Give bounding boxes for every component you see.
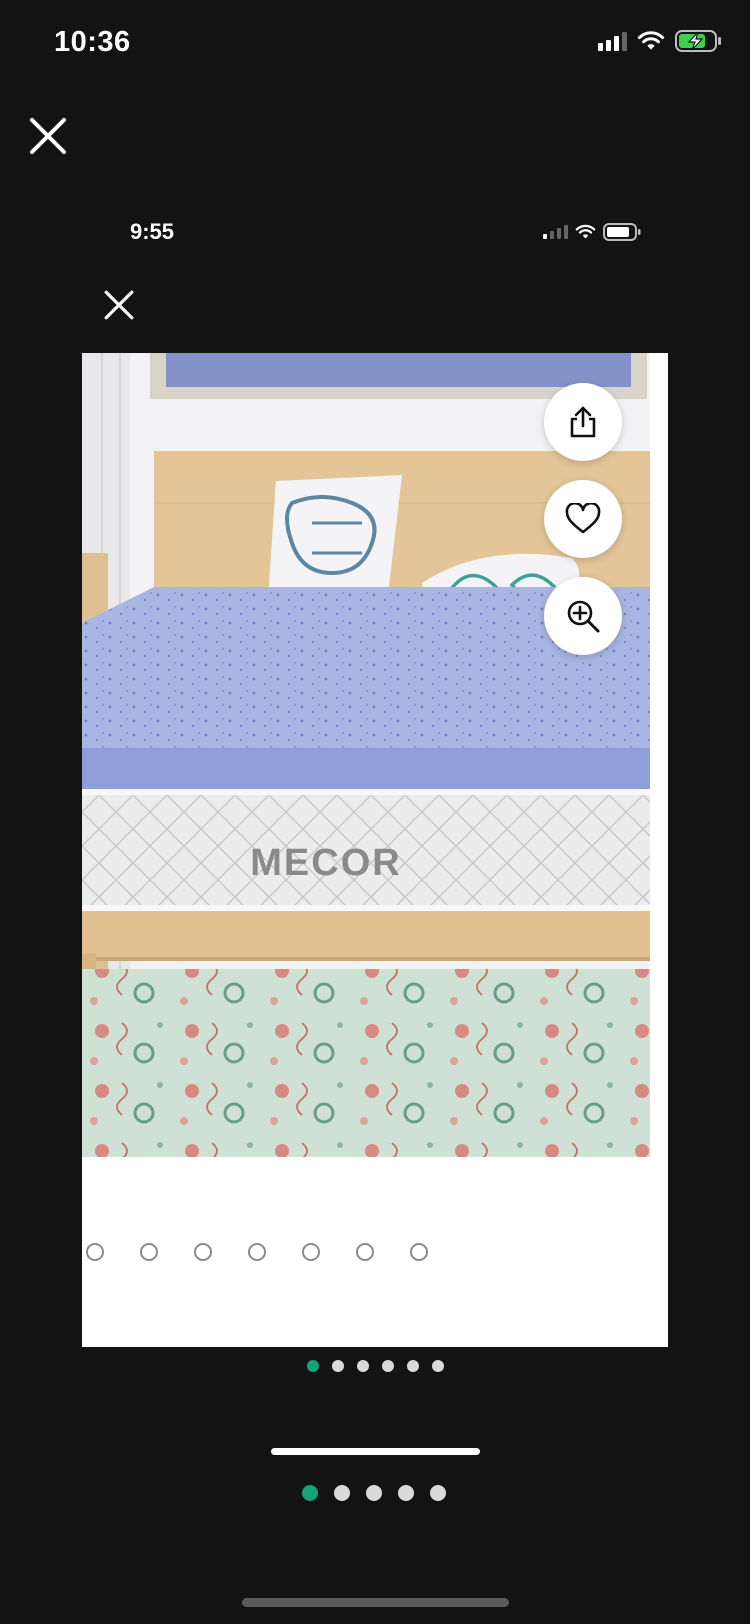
heart-icon — [565, 503, 601, 534]
thumbnail-placeholder[interactable] — [86, 1243, 104, 1261]
page-dot[interactable] — [366, 1485, 382, 1501]
zoom-in-icon — [567, 600, 600, 633]
page-dot[interactable] — [398, 1485, 414, 1501]
thumbnail-placeholder[interactable] — [140, 1243, 158, 1261]
product-image-card: MECOR — [82, 353, 668, 1347]
page-indicator — [302, 1485, 446, 1501]
zoom-button[interactable] — [544, 577, 622, 655]
thumbnail-placeholder[interactable] — [194, 1243, 212, 1261]
share-button[interactable] — [544, 383, 622, 461]
status-time: 10:36 — [54, 26, 131, 58]
thumbnail-placeholder[interactable] — [248, 1243, 266, 1261]
inner-battery-icon — [603, 223, 641, 241]
close-icon — [30, 118, 66, 154]
page-dot[interactable] — [430, 1485, 446, 1501]
inner-status-time: 9:55 — [130, 219, 175, 244]
page-dot[interactable] — [407, 1360, 419, 1372]
share-icon — [570, 406, 596, 438]
thumbnail-placeholder[interactable] — [302, 1243, 320, 1261]
thumbnail-placeholder[interactable] — [410, 1243, 428, 1261]
page-dot[interactable] — [302, 1485, 318, 1501]
inner-page-indicator — [307, 1360, 444, 1372]
page-dot[interactable] — [357, 1360, 369, 1372]
thumbnail-placeholder[interactable] — [356, 1243, 374, 1261]
page-dot[interactable] — [334, 1485, 350, 1501]
inner-cellular-signal-icon — [543, 225, 568, 239]
mattress-topper-image: MECOR — [82, 353, 650, 1157]
thumbnail-placeholder-row — [86, 1243, 428, 1261]
close-icon — [104, 290, 134, 320]
page-dot[interactable] — [307, 1360, 319, 1372]
page-dot[interactable] — [382, 1360, 394, 1372]
favorite-button[interactable] — [544, 480, 622, 558]
close-button[interactable] — [28, 116, 68, 156]
brand-mark: MECOR — [250, 842, 401, 884]
wifi-icon — [637, 31, 665, 50]
inner-wifi-icon — [575, 224, 596, 239]
status-icons — [598, 30, 723, 52]
inner-home-indicator — [271, 1448, 480, 1455]
inner-status-icons — [543, 223, 641, 241]
home-indicator — [242, 1598, 509, 1607]
page-dot[interactable] — [432, 1360, 444, 1372]
page-dot[interactable] — [332, 1360, 344, 1372]
battery-charging-icon — [675, 30, 721, 52]
inner-close-button[interactable] — [103, 289, 135, 321]
cellular-signal-icon — [598, 31, 627, 51]
product-photo[interactable]: MECOR — [82, 353, 650, 1157]
